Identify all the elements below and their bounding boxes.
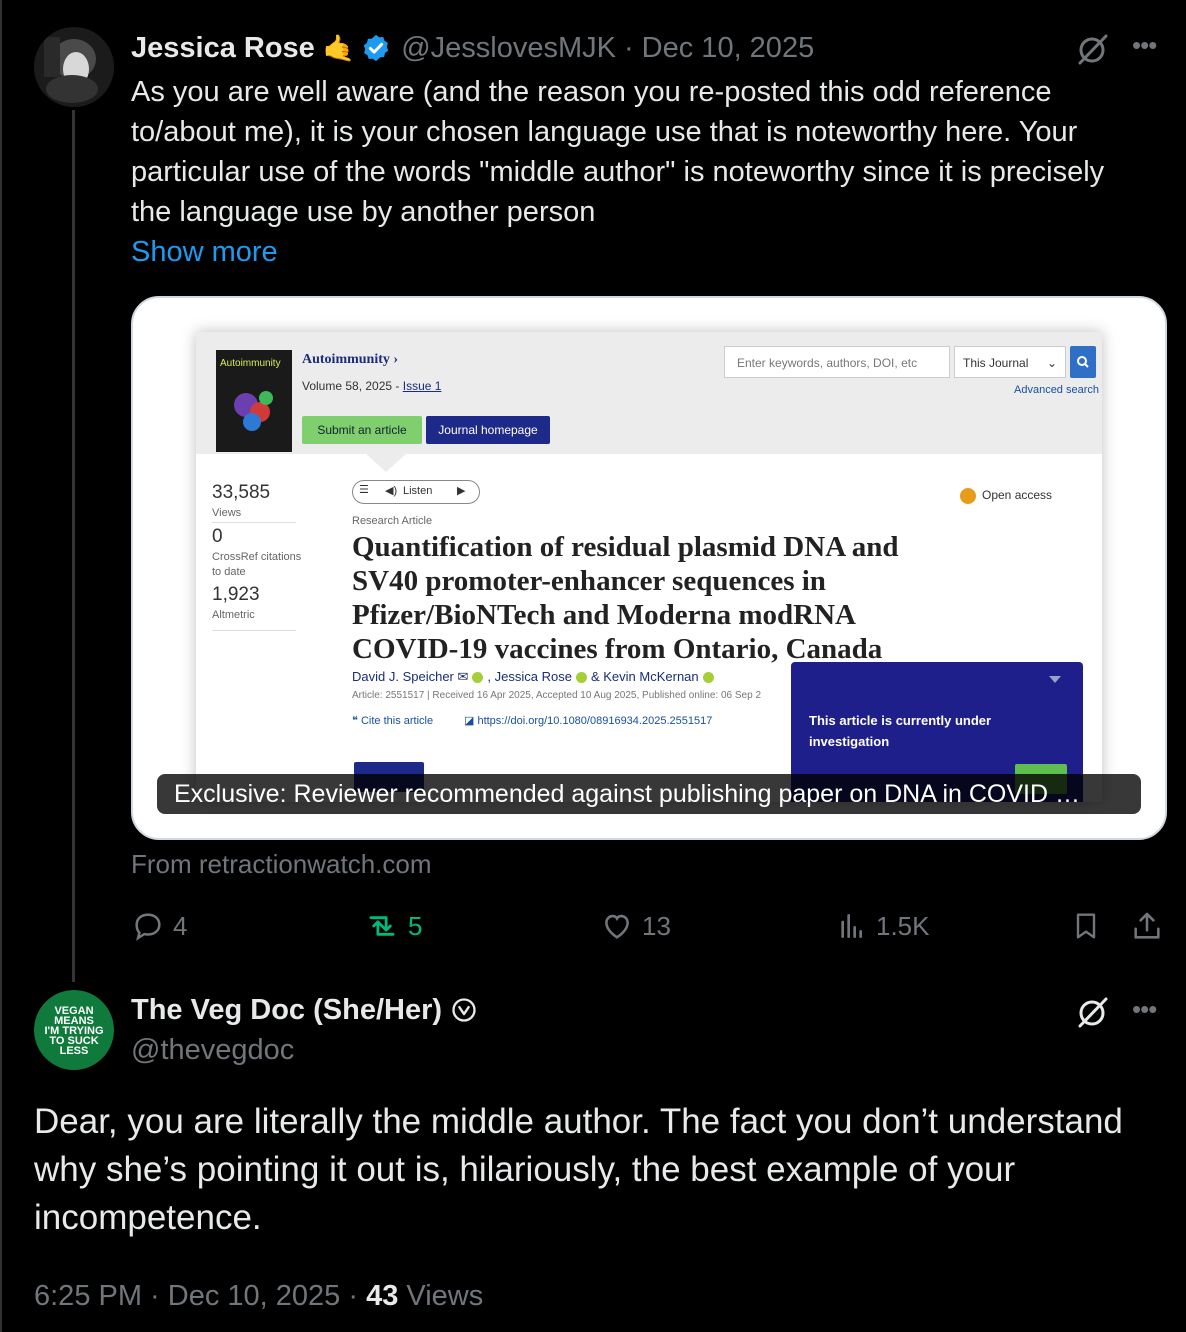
metric-crossref-value: 0 bbox=[212, 526, 223, 547]
repost-button[interactable]: 5 bbox=[364, 906, 422, 946]
divider bbox=[212, 522, 296, 523]
metric-altmetric-value: 1,923 bbox=[212, 584, 260, 605]
article-authors: David J. Speicher ✉, Jessica Rose & Kevin… bbox=[352, 669, 718, 685]
link-icon: ◪ bbox=[464, 715, 478, 727]
reply-button[interactable]: 4 bbox=[131, 906, 187, 946]
card-caption[interactable]: Exclusive: Reviewer recommended against … bbox=[157, 774, 1141, 814]
tweet-time[interactable]: 6:25 PM · Dec 10, 2025 · bbox=[34, 1280, 366, 1312]
open-access-badge: Open access bbox=[960, 488, 1052, 504]
search-scope-select: This Journal ⌄ bbox=[954, 346, 1066, 378]
tweet-text: Dear, you are literally the middle autho… bbox=[34, 1102, 1123, 1237]
orcid-icon bbox=[702, 672, 714, 684]
views-count: 43 bbox=[366, 1280, 399, 1312]
advanced-search-link: Advanced search bbox=[1014, 384, 1099, 396]
share-button[interactable] bbox=[1130, 906, 1172, 946]
author-handle[interactable]: @thevegdoc bbox=[131, 1030, 294, 1070]
more-icon[interactable]: ••• bbox=[1132, 30, 1157, 61]
article-screenshot: Autoimmunity Autoimmunity › Volume 58, 2… bbox=[196, 332, 1102, 802]
link-card[interactable]: Autoimmunity Autoimmunity › Volume 58, 2… bbox=[131, 296, 1167, 840]
views-label: Views bbox=[398, 1280, 484, 1312]
repost-icon bbox=[369, 916, 395, 936]
doi-link: ◪ https://doi.org/10.1080/08916934.2025.… bbox=[464, 715, 713, 727]
article-meta: Article: 2551517 | Received 16 Apr 2025,… bbox=[352, 690, 762, 701]
reply-count: 4 bbox=[173, 910, 188, 941]
thread-connector bbox=[72, 110, 75, 982]
more-icon[interactable]: ••• bbox=[1132, 994, 1157, 1025]
tweet-timestamp: 6:25 PM · Dec 10, 2025 · 43 Views bbox=[34, 1276, 483, 1316]
journal-cover: Autoimmunity bbox=[216, 350, 292, 452]
journal-name: Autoimmunity › bbox=[302, 352, 399, 367]
menu-icon: ☰ bbox=[359, 484, 369, 496]
grok-icon[interactable] bbox=[1076, 32, 1110, 66]
article-type: Research Article bbox=[352, 515, 433, 527]
listen-widget: ☰ ◀) Listen ▶ bbox=[352, 480, 480, 504]
header-notch bbox=[366, 454, 406, 472]
investigation-text: This article is currently under investig… bbox=[809, 713, 992, 749]
timeline-border bbox=[0, 0, 2, 1332]
metric-views-label: Views bbox=[212, 507, 242, 519]
tweet-text: As you are well aware (and the reason yo… bbox=[131, 76, 1105, 228]
verified-icon bbox=[361, 33, 391, 63]
journal-volume: Volume 58, 2025 - Issue 1 bbox=[302, 379, 442, 393]
metric-views-value: 33,585 bbox=[212, 482, 271, 503]
reply-icon bbox=[135, 913, 161, 941]
views-button[interactable]: 1.5K bbox=[836, 906, 930, 946]
chevron-down-icon bbox=[1049, 676, 1061, 683]
cite-link: ❝ Cite this article bbox=[352, 715, 434, 727]
card-source[interactable]: From retractionwatch.com bbox=[131, 844, 432, 884]
play-icon: ▶ bbox=[457, 485, 466, 497]
views-count: 1.5K bbox=[876, 910, 930, 941]
share-icon bbox=[1134, 912, 1160, 939]
avatar-text: VEGAN MEANS I'M TRYING TO SUCK LESS bbox=[44, 1005, 104, 1057]
divider bbox=[212, 630, 296, 631]
views-icon bbox=[841, 914, 862, 938]
journal-search-input: Enter keywords, authors, DOI, etc bbox=[724, 346, 950, 378]
listen-label: Listen bbox=[403, 485, 433, 497]
quote-icon: ❝ bbox=[352, 715, 361, 727]
metric-altmetric-label: Altmetric bbox=[212, 609, 255, 621]
repost-count: 5 bbox=[408, 910, 423, 941]
speaker-icon: ◀) bbox=[385, 485, 398, 497]
author-name[interactable]: Jessica Rose bbox=[131, 32, 315, 65]
avatar[interactable] bbox=[34, 27, 114, 107]
tweet-header: Jessica Rose 🤙 @JesslovesMJK · Dec 10, 2… bbox=[131, 28, 814, 68]
search-icon bbox=[1070, 346, 1096, 378]
email-icon: ✉ bbox=[457, 669, 469, 684]
orcid-icon bbox=[575, 672, 587, 684]
bookmark-button[interactable] bbox=[1070, 906, 1110, 946]
author-handle[interactable]: @JesslovesMJK bbox=[401, 32, 616, 65]
name-emoji: 🤙 bbox=[322, 32, 356, 63]
avatar[interactable]: VEGAN MEANS I'M TRYING TO SUCK LESS bbox=[34, 990, 114, 1070]
verified-outline-icon bbox=[452, 998, 476, 1022]
show-more-link[interactable]: Show more bbox=[131, 232, 278, 272]
like-button[interactable]: 13 bbox=[600, 906, 671, 946]
author-name[interactable]: The Veg Doc (She/Her) bbox=[131, 990, 478, 1030]
orcid-icon bbox=[472, 672, 484, 684]
submit-article-button: Submit an article bbox=[302, 416, 422, 444]
grok-icon[interactable] bbox=[1076, 995, 1110, 1029]
tweet-date[interactable]: · Dec 10, 2025 bbox=[624, 32, 814, 65]
bookmark-icon bbox=[1076, 913, 1096, 939]
open-access-icon bbox=[960, 488, 976, 504]
like-count: 13 bbox=[642, 910, 671, 941]
like-icon bbox=[605, 914, 629, 939]
journal-header: Autoimmunity Autoimmunity › Volume 58, 2… bbox=[196, 332, 1102, 454]
metric-crossref-label: CrossRef citations to date bbox=[212, 551, 302, 578]
journal-homepage-button: Journal homepage bbox=[426, 416, 550, 444]
article-title: Quantification of residual plasmid DNA a… bbox=[352, 531, 899, 665]
